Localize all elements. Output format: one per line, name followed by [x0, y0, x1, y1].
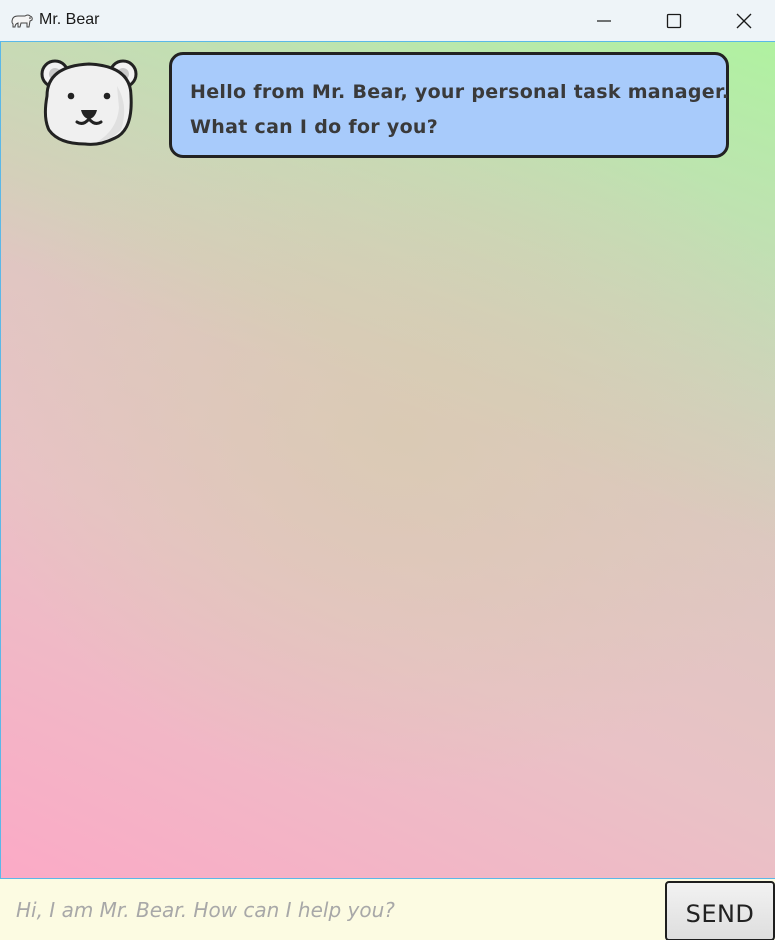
- maximize-icon: [666, 13, 682, 28]
- message-input[interactable]: [0, 879, 664, 940]
- polar-bear-icon: [11, 14, 33, 28]
- send-button[interactable]: SEND: [665, 881, 775, 940]
- chat-area[interactable]: Hello from Mr. Bear, your personal task …: [0, 42, 775, 878]
- input-bar: SEND: [0, 878, 775, 940]
- title-bar[interactable]: Mr. Bear: [0, 0, 775, 42]
- minimize-button[interactable]: [569, 0, 639, 41]
- polar-bear-avatar-icon: [40, 59, 138, 146]
- message-line: What can I do for you?: [190, 116, 439, 138]
- window-title: Mr. Bear: [39, 11, 100, 28]
- message-line: Hello from Mr. Bear, your personal task …: [190, 81, 730, 103]
- close-icon: [736, 13, 752, 28]
- maximize-button[interactable]: [639, 0, 709, 41]
- chat-bubble: Hello from Mr. Bear, your personal task …: [169, 52, 729, 158]
- close-button[interactable]: [709, 0, 775, 41]
- minimize-icon: [597, 19, 611, 22]
- app-window: Mr. Bear Hello from Mr. Bear, your perso…: [0, 0, 775, 940]
